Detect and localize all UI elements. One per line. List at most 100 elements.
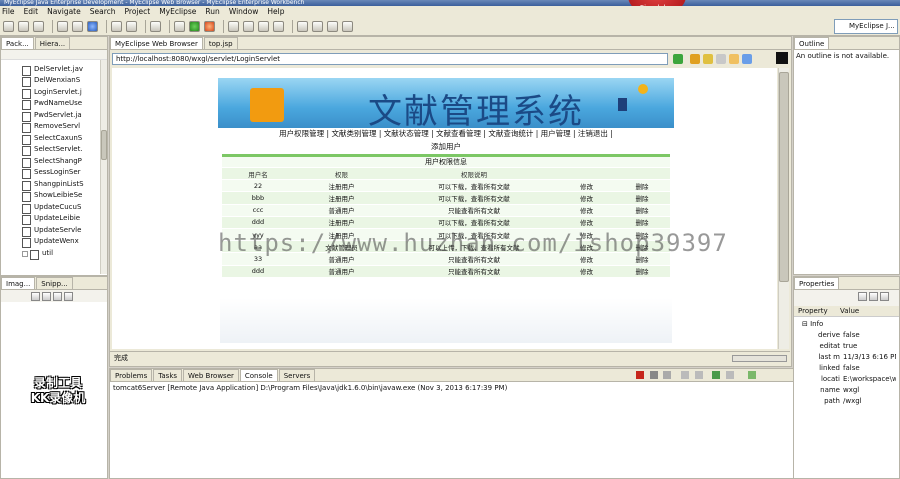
edit-link[interactable]: 修改 <box>559 216 614 229</box>
browser-icon[interactable] <box>87 20 98 32</box>
property-row[interactable]: path/wxgl <box>798 396 896 406</box>
tree-item[interactable]: UpdateServle <box>21 225 81 237</box>
prev-annotation-icon[interactable] <box>312 20 323 32</box>
categories-icon[interactable] <box>858 292 867 301</box>
edit-link[interactable]: 修改 <box>559 179 614 193</box>
tab-outline[interactable]: Outline <box>794 37 830 49</box>
restore-default-icon[interactable] <box>880 292 889 301</box>
tab-servers[interactable]: Servers <box>278 369 316 381</box>
properties-group[interactable]: ⊟ Info <box>798 319 896 329</box>
menu-file[interactable]: File <box>2 6 15 17</box>
fit-icon[interactable] <box>53 292 62 301</box>
delete-link[interactable]: 删除 <box>614 179 670 193</box>
terminate-icon[interactable] <box>636 371 644 379</box>
tab-image[interactable]: Imag... <box>1 277 36 289</box>
tree-item[interactable]: SelectShangP <box>22 156 82 168</box>
tree-item[interactable]: ShowLeibieSe <box>21 190 82 202</box>
search-icon[interactable] <box>228 20 239 32</box>
new-icon[interactable] <box>3 20 14 32</box>
menu-run[interactable]: Run <box>205 6 219 17</box>
tab-web-browser[interactable]: MyEclipse Web Browser <box>110 37 203 49</box>
tree-item[interactable]: UpdateCucuS <box>21 202 81 214</box>
tab-package-explorer[interactable]: Pack... <box>1 37 34 49</box>
open-type-icon[interactable] <box>126 20 137 32</box>
tree-item[interactable]: SessLoginSer <box>22 167 81 179</box>
main-nav[interactable]: 用户权限管理 | 文献类别管理 | 文献状态管理 | 文献查看管理 | 文献查询… <box>218 128 674 140</box>
menu-navigate[interactable]: Navigate <box>47 6 81 17</box>
print-icon[interactable] <box>33 20 44 32</box>
back-icon[interactable] <box>327 20 338 32</box>
menu-help[interactable]: Help <box>267 6 284 17</box>
back-icon[interactable] <box>690 54 700 64</box>
edit-link[interactable]: 修改 <box>559 191 614 205</box>
new-wizard-icon[interactable] <box>111 20 122 32</box>
external-tools-icon[interactable] <box>204 20 215 32</box>
scroll-lock-icon[interactable] <box>695 371 703 379</box>
server-icon[interactable] <box>72 20 83 32</box>
browser-scroll-thumb[interactable] <box>779 72 789 282</box>
tab-web-browser-view[interactable]: Web Browser <box>183 369 239 381</box>
clear-console-icon[interactable] <box>681 371 689 379</box>
menu-window[interactable]: Window <box>229 6 259 17</box>
display-console-icon[interactable] <box>726 371 734 379</box>
open-console-icon[interactable] <box>748 371 756 379</box>
refresh-icon[interactable] <box>729 54 739 64</box>
tab-tasks[interactable]: Tasks <box>153 369 183 381</box>
marker-icon[interactable] <box>258 20 269 32</box>
tab-snippets[interactable]: Snipp... <box>36 277 73 289</box>
property-row[interactable]: name wxgl <box>798 385 896 395</box>
tab-problems[interactable]: Problems <box>110 369 153 381</box>
property-row[interactable]: last m 11/3/13 6:16 PM <box>798 352 896 362</box>
menu-search[interactable]: Search <box>90 6 116 17</box>
address-field[interactable]: http://localhost:8080/wxgl/servlet/Login… <box>112 53 668 65</box>
home-icon[interactable] <box>742 54 752 64</box>
explorer-scroll-thumb[interactable] <box>101 130 107 160</box>
run-icon[interactable] <box>189 20 200 32</box>
browser-scrollbar[interactable] <box>778 68 789 349</box>
property-row[interactable]: locatiE:\workspace\wx... <box>798 374 896 384</box>
menu-project[interactable]: Project <box>125 6 151 17</box>
stop-icon[interactable] <box>716 54 726 64</box>
delete-link[interactable]: 删除 <box>614 216 670 229</box>
menu-myeclipse[interactable]: MyEclipse <box>159 6 196 17</box>
explorer-scrollbar[interactable] <box>100 60 107 274</box>
debug-icon[interactable] <box>174 20 185 32</box>
filter-icon[interactable] <box>869 292 878 301</box>
edit-link[interactable]: 修改 <box>559 204 614 217</box>
zoom-out-icon[interactable] <box>42 292 51 301</box>
tree-item[interactable]: DelWenxianS <box>21 75 80 87</box>
property-row[interactable]: linked false <box>798 363 896 373</box>
tree-item[interactable]: LoginServlet.j <box>22 87 82 99</box>
tree-item[interactable]: SelectCaxunS <box>21 133 82 145</box>
deploy-icon[interactable] <box>57 20 68 32</box>
tab-hierarchy[interactable]: Hiera... <box>34 37 71 49</box>
delete-link[interactable]: 删除 <box>614 204 670 217</box>
edit-link[interactable]: 修改 <box>559 265 614 278</box>
delete-link[interactable]: 删除 <box>614 191 670 205</box>
tree-item[interactable]: UpdateLeibie <box>21 213 80 225</box>
tree-item[interactable]: PwdServlet.ja <box>22 110 82 122</box>
next-annotation-icon[interactable] <box>297 20 308 32</box>
zoom-in-icon[interactable] <box>31 292 40 301</box>
perspective-switcher[interactable]: MyEclipse J... <box>834 19 898 34</box>
property-row[interactable]: derive false <box>798 330 896 340</box>
add-user-link[interactable]: 添加用户 <box>218 142 674 152</box>
expand-icon[interactable] <box>22 251 28 257</box>
tab-console[interactable]: Console <box>239 369 278 381</box>
tree-item[interactable]: UpdateWenx <box>22 236 79 248</box>
forward-icon[interactable] <box>342 20 353 32</box>
remove-all-icon[interactable] <box>663 371 671 379</box>
tab-top-jsp[interactable]: top.jsp <box>203 37 238 49</box>
tree-item[interactable]: RemoveServl <box>21 121 80 133</box>
tools-icon[interactable] <box>150 20 161 32</box>
tree-item[interactable]: ShangpinListS <box>22 179 84 191</box>
tree-item[interactable]: PwdNameUse <box>21 98 82 110</box>
grid-icon[interactable] <box>64 292 73 301</box>
forward-icon[interactable] <box>703 54 713 64</box>
property-row[interactable]: editat true <box>798 341 896 351</box>
edit-icon[interactable] <box>243 20 254 32</box>
delete-link[interactable]: 删除 <box>614 265 670 278</box>
tab-properties[interactable]: Properties <box>794 277 840 289</box>
save-icon[interactable] <box>18 20 29 32</box>
pin-icon[interactable] <box>273 20 284 32</box>
